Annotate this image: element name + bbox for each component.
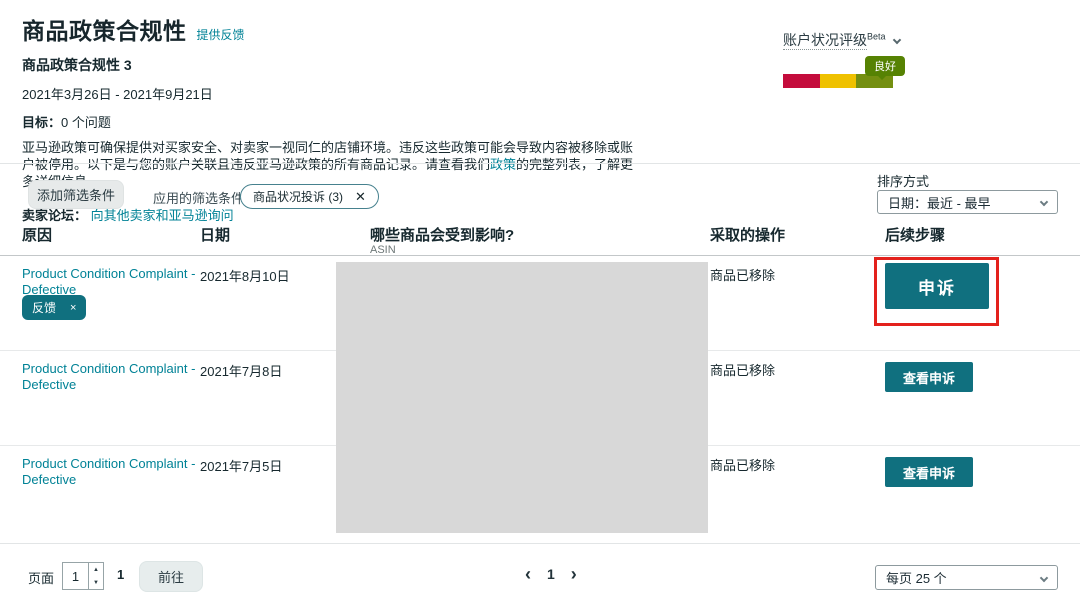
- page-label: 页面: [28, 568, 54, 587]
- column-header-date: 日期: [200, 224, 230, 245]
- account-health-widget: 账户状况评级Beta 良好: [783, 30, 903, 88]
- filter-pill[interactable]: 商品状况投诉 (3) ✕: [240, 184, 379, 209]
- filter-pill-label: 商品状况投诉 (3): [253, 188, 343, 205]
- row-date: 2021年7月5日: [200, 456, 282, 475]
- view-appeal-button[interactable]: 查看申诉: [885, 362, 973, 392]
- current-page: 1: [547, 566, 555, 582]
- row-action-taken: 商品已移除: [710, 455, 775, 474]
- compliance-subtitle: 商品政策合规性 3: [22, 55, 682, 75]
- next-page-icon[interactable]: ›: [571, 567, 577, 581]
- per-page-select[interactable]: 每页 25 个: [875, 565, 1058, 590]
- health-segment-yellow: [820, 74, 856, 88]
- table-header-row: 原因 日期 哪些商品会受到影响? 采取的操作 后续步骤 ASIN: [0, 222, 1080, 256]
- page-title: 商品政策合规性: [22, 12, 187, 46]
- stepper-up-icon[interactable]: ▲: [89, 563, 103, 576]
- close-icon[interactable]: ×: [70, 302, 76, 314]
- redacted-asin-area: [336, 262, 708, 533]
- feedback-badge[interactable]: 反馈 ×: [22, 295, 86, 320]
- page-number-value: 1: [63, 563, 88, 589]
- add-filter-button[interactable]: 添加筛选条件: [28, 180, 124, 209]
- beta-tag: Beta: [867, 31, 886, 41]
- feedback-badge-label: 反馈: [32, 299, 56, 316]
- forum-label: 卖家论坛：: [22, 208, 87, 223]
- column-header-affected: 哪些商品会受到影响?: [370, 224, 514, 245]
- policy-link[interactable]: 政策: [490, 157, 516, 172]
- feedback-link[interactable]: 提供反馈: [197, 26, 245, 43]
- column-header-reason: 原因: [22, 224, 52, 245]
- sort-select-value: 日期：最近 - 最早: [888, 193, 991, 212]
- complaint-link[interactable]: Product Condition Complaint - Defective: [22, 456, 202, 488]
- goal-line: 目标：0 个问题: [22, 112, 682, 131]
- section-divider: [0, 163, 1080, 164]
- health-rating-badge: 良好: [865, 56, 905, 76]
- pager: ‹ 1 ›: [525, 566, 577, 582]
- stepper-down-icon[interactable]: ▼: [89, 576, 103, 589]
- column-header-next-steps: 后续步骤: [885, 224, 945, 245]
- remove-filter-icon[interactable]: ✕: [355, 189, 366, 205]
- goal-value: 0 个问题: [61, 115, 111, 130]
- per-page-value: 每页 25 个: [886, 568, 947, 587]
- sort-label: 排序方式: [877, 171, 929, 190]
- page-number-stepper[interactable]: ▲ ▼: [88, 563, 103, 589]
- row-date: 2021年7月8日: [200, 361, 282, 380]
- chevron-down-icon: [1040, 198, 1048, 206]
- health-bar: 良好: [783, 74, 893, 88]
- forum-link[interactable]: 向其他卖家和亚马逊询问: [91, 208, 234, 223]
- row-action-taken: 商品已移除: [710, 360, 775, 379]
- appeal-button[interactable]: 申诉: [885, 263, 989, 309]
- product-policy-compliance-page: 商品政策合规性 提供反馈 商品政策合规性 3 2021年3月26日 - 2021…: [0, 0, 1080, 599]
- view-appeal-button[interactable]: 查看申诉: [885, 457, 973, 487]
- date-range: 2021年3月26日 - 2021年9月21日: [22, 84, 682, 103]
- chevron-down-icon: [893, 36, 901, 44]
- account-health-label: 账户状况评级: [783, 32, 867, 50]
- go-button[interactable]: 前往: [139, 561, 203, 592]
- goal-label: 目标：: [22, 115, 61, 130]
- health-segment-green: [856, 74, 893, 88]
- complaint-link[interactable]: Product Condition Complaint - Defective: [22, 361, 202, 393]
- complaint-link[interactable]: Product Condition Complaint - Defective: [22, 266, 202, 298]
- column-subheader-asin: ASIN: [370, 244, 396, 256]
- row-action-taken: 商品已移除: [710, 265, 775, 284]
- previous-page-icon[interactable]: ‹: [525, 567, 531, 581]
- section-divider: [0, 543, 1080, 544]
- page-number-input[interactable]: 1 ▲ ▼: [62, 562, 104, 590]
- row-date: 2021年8月10日: [200, 266, 290, 285]
- chevron-down-icon: [1040, 573, 1048, 581]
- total-pages: 1: [117, 567, 124, 582]
- column-header-action: 采取的操作: [710, 224, 785, 245]
- sort-select[interactable]: 日期：最近 - 最早: [877, 190, 1058, 214]
- account-health-rating-toggle[interactable]: 账户状况评级Beta: [783, 30, 903, 50]
- health-segment-red: [783, 74, 820, 88]
